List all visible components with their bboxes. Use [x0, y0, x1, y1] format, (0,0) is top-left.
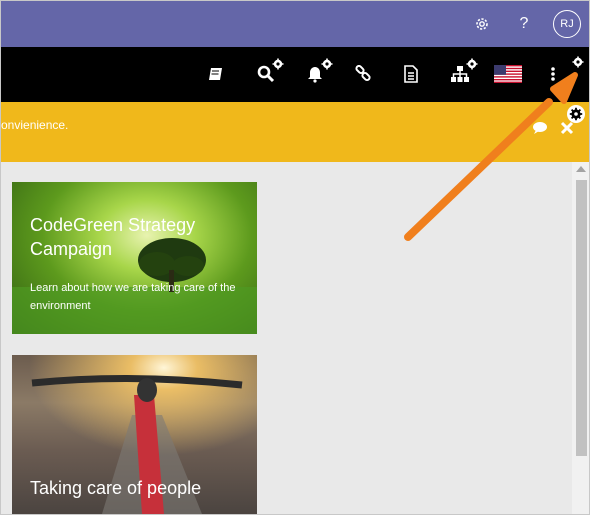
app-window: ? RJ onvienience. CodeGreen Strategy Cam… [0, 0, 590, 515]
annotation-arrow [404, 72, 578, 241]
